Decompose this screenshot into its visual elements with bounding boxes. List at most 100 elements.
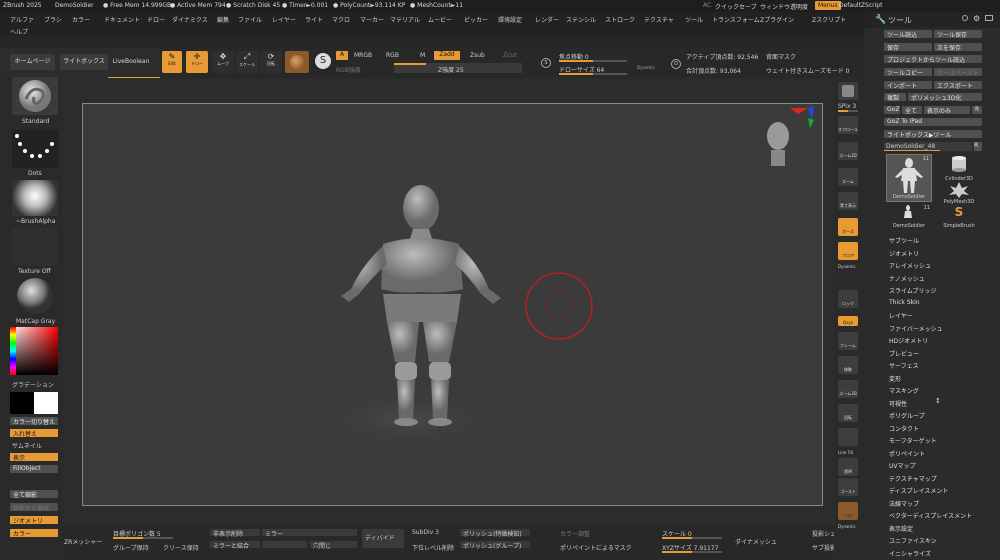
dynamesh-button[interactable]: ダイナメッシュ bbox=[735, 537, 777, 546]
material-swatch-button[interactable] bbox=[285, 51, 309, 73]
lightbox-button[interactable]: ライトボックス bbox=[60, 54, 108, 70]
tool-thumb-cylinder[interactable]: Cylinder3D bbox=[936, 154, 982, 182]
move-view-button[interactable]: 移動 bbox=[838, 356, 858, 374]
menu-item-5[interactable]: ダイナミクス bbox=[172, 15, 208, 24]
line-fill-button[interactable]: Line Fill bbox=[838, 450, 853, 455]
default-zscript-button[interactable]: DefaultZScript bbox=[839, 2, 882, 9]
m-toggle[interactable]: M bbox=[420, 52, 425, 59]
menu-item-19[interactable]: テクスチャ bbox=[644, 15, 674, 24]
dynamic-toggle[interactable]: Dynamic bbox=[637, 65, 655, 70]
xyz-size-track[interactable] bbox=[662, 551, 722, 553]
rgb-intensity-slider[interactable]: RGB強度 bbox=[336, 65, 361, 74]
menus-button[interactable]: Menus bbox=[815, 1, 841, 10]
menu-item-17[interactable]: ステンシル bbox=[566, 15, 596, 24]
polish-groups-button[interactable]: ポリッシュ(グループ) bbox=[460, 541, 530, 550]
menu-item-13[interactable]: ムービー bbox=[428, 15, 452, 24]
menu-item-3[interactable]: ドキュメント bbox=[104, 15, 140, 24]
subpalette-item[interactable]: モーフターゲット bbox=[889, 436, 937, 445]
subpalette-item[interactable]: レイヤー bbox=[889, 311, 913, 320]
subpalette-item[interactable]: マスキング bbox=[889, 386, 919, 395]
subpalette-item[interactable]: 可視性 bbox=[889, 399, 907, 408]
rotate-view-button[interactable]: 回転 bbox=[838, 404, 858, 422]
clone-button[interactable]: 複製 bbox=[884, 93, 906, 101]
hidden-delete-button[interactable]: 非表示削除 bbox=[210, 529, 260, 538]
current-tool-r-button[interactable]: R bbox=[974, 142, 982, 151]
backface-mask-toggle[interactable]: 背面マスク bbox=[766, 52, 796, 61]
floor-button[interactable]: フロア bbox=[838, 242, 858, 260]
subpalette-item[interactable]: スライムブリッジ bbox=[889, 286, 937, 295]
tool-thumb-polymesh[interactable]: PolyMesh3D bbox=[936, 180, 982, 205]
axis-gizmo-icon[interactable] bbox=[786, 104, 816, 132]
divide-button[interactable]: ディバイド bbox=[362, 529, 404, 548]
subpalette-item[interactable]: Thick Skin bbox=[889, 299, 920, 306]
palette-collapse-icon[interactable] bbox=[985, 15, 993, 21]
mask-by-polypaint-button[interactable]: ポリペイントによるマスク bbox=[560, 543, 632, 552]
subpalette-item[interactable]: ファイバーメッシュ bbox=[889, 324, 943, 333]
subpalette-item[interactable]: 表示設定 bbox=[889, 524, 913, 533]
ghost-button[interactable]: ゴースト bbox=[838, 478, 858, 496]
move-button[interactable]: ✥ ムーブ bbox=[212, 51, 234, 73]
z-intensity-slider[interactable]: Z強度 25 bbox=[394, 63, 522, 74]
draw-button[interactable]: ✛ ドロー bbox=[186, 51, 208, 73]
menu-item-1[interactable]: ブラシ bbox=[44, 15, 62, 24]
window-opacity-button[interactable]: ウィンドウ透明度 bbox=[760, 2, 808, 11]
mirror-weld-empty-slot[interactable] bbox=[262, 541, 307, 548]
all-display-button[interactable]: 全て縮影 bbox=[10, 490, 58, 498]
subpalette-item[interactable]: ベクターディスプレイスメント bbox=[889, 511, 972, 520]
menu-item-12[interactable]: マテリアル bbox=[390, 15, 420, 24]
menu-item-11[interactable]: マーカー bbox=[360, 15, 384, 24]
zadd-toggle[interactable]: Zadd bbox=[434, 51, 460, 60]
menu-item-0[interactable]: アルファ bbox=[10, 15, 34, 24]
brush-selector[interactable] bbox=[12, 77, 58, 115]
zoom3d-view-button[interactable]: ズーム3D bbox=[838, 380, 858, 398]
scroll-button[interactable]: スクロール bbox=[838, 116, 858, 134]
zoom3d-button[interactable]: ズーム3D bbox=[838, 142, 858, 160]
menu-item-2[interactable]: カラー bbox=[72, 15, 90, 24]
menu-item-22[interactable]: Zプラグイン bbox=[760, 15, 794, 24]
lightbox-tool-button[interactable]: ライトボックス▶ツール bbox=[884, 130, 982, 138]
local-lock-button[interactable]: ロック bbox=[838, 290, 858, 308]
subpalette-item[interactable]: ディスプレイスメント bbox=[889, 486, 948, 495]
group-keep-toggle[interactable]: グループ保持 bbox=[113, 543, 149, 552]
goz-button[interactable]: GoZ bbox=[884, 106, 900, 114]
frame-button[interactable]: フレーム bbox=[838, 332, 858, 350]
target-polycount-track[interactable] bbox=[113, 537, 173, 539]
live-boolean-button[interactable]: LiveBoolean bbox=[110, 54, 152, 70]
scale-track[interactable] bbox=[662, 537, 722, 539]
save-button[interactable]: 保存 bbox=[884, 43, 932, 51]
geometry-button[interactable]: ジオメトリ bbox=[10, 516, 58, 525]
transp-button[interactable]: 透明 bbox=[838, 458, 858, 476]
menu-item-23[interactable]: Zスクリプト bbox=[812, 15, 846, 24]
zoom-button[interactable]: ズーム bbox=[838, 168, 858, 186]
copy-tool-button[interactable]: ツールコピー bbox=[884, 68, 932, 76]
draw-size-track[interactable] bbox=[559, 73, 627, 75]
edit-button[interactable]: ✎ Edit bbox=[162, 51, 182, 73]
subpalette-item[interactable]: イニシャライズ bbox=[889, 549, 931, 558]
texture-selector[interactable] bbox=[12, 228, 58, 266]
zremesher-button[interactable]: ZRメッシャー bbox=[64, 537, 102, 546]
subpalette-item[interactable]: ポリペイント bbox=[889, 449, 925, 458]
project-shell-button[interactable]: 投影シェル bbox=[812, 529, 834, 538]
dynamic-persp-toggle[interactable]: Dynamic bbox=[838, 264, 856, 269]
menu-item-7[interactable]: ファイル bbox=[238, 15, 262, 24]
load-from-project-button[interactable]: プロジェクトからツール読込 bbox=[884, 55, 982, 63]
tool-thumb-simplebrush[interactable]: S SimpleBrush bbox=[936, 204, 982, 229]
zcut-toggle[interactable]: Zcut bbox=[503, 52, 517, 59]
smooth-weight-slider[interactable]: ウェイト付きスムーズモード 0 bbox=[766, 66, 849, 75]
palette-settings-icon[interactable]: ⚙ bbox=[973, 14, 980, 23]
subpalette-item[interactable]: ジオメトリ bbox=[889, 249, 919, 258]
menu-item-10[interactable]: マクロ bbox=[332, 15, 350, 24]
swap-button[interactable]: 入れ替え bbox=[10, 429, 58, 438]
viewport[interactable] bbox=[82, 103, 823, 506]
tool-thumb-demosoldier-2[interactable]: 11 DemoSoldier bbox=[886, 204, 932, 229]
polish-crisp-button[interactable]: ポリッシュ(特徴検知) bbox=[460, 529, 530, 538]
alpha-selector[interactable] bbox=[12, 180, 58, 216]
rotate-button[interactable]: ⟳ 回転 bbox=[260, 51, 282, 73]
subpalette-item[interactable]: サーフェス bbox=[889, 361, 919, 370]
rgb-toggle[interactable]: RGB bbox=[386, 52, 399, 59]
menu-item-16[interactable]: レンダー bbox=[535, 15, 559, 24]
subdiv-slider[interactable]: SubDiv 3 bbox=[412, 529, 439, 536]
home-page-button[interactable]: ホームページ bbox=[10, 54, 55, 70]
menu-item-9[interactable]: ライト bbox=[305, 15, 323, 24]
subpalette-item[interactable]: 変形 bbox=[889, 374, 901, 383]
